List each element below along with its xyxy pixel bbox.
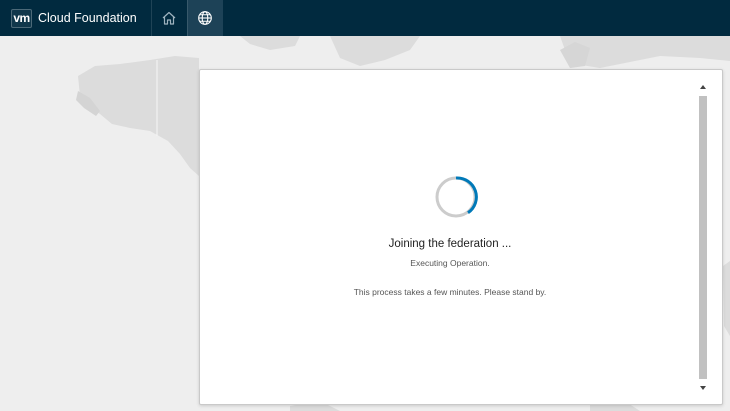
scroll-up-button[interactable] [698, 82, 708, 92]
globe-icon [198, 11, 213, 25]
status-subtitle: Executing Operation. [410, 258, 490, 268]
caret-up-icon [700, 85, 706, 89]
scroll-thumb[interactable] [699, 96, 707, 379]
globe-nav-button[interactable] [186, 0, 223, 36]
home-icon [162, 11, 176, 25]
app-window: vm Cloud Foundation Joining the federati… [0, 0, 730, 411]
map-landmass-east-edge [723, 261, 730, 336]
dialog-content: Joining the federation ... Executing Ope… [200, 70, 700, 404]
federation-dialog: Joining the federation ... Executing Ope… [199, 69, 723, 405]
brand[interactable]: vm Cloud Foundation [0, 0, 151, 36]
status-note: This process takes a few minutes. Please… [353, 287, 547, 297]
dialog-scrollbar[interactable] [698, 82, 708, 393]
header-bar: vm Cloud Foundation [0, 0, 730, 36]
brand-title: Cloud Foundation [38, 11, 137, 25]
home-nav-button[interactable] [150, 0, 187, 36]
loading-spinner-icon [435, 176, 478, 218]
status-title: Joining the federation ... [388, 238, 512, 250]
scroll-down-button[interactable] [698, 383, 708, 393]
caret-down-icon [700, 386, 706, 390]
vm-logo: vm [11, 8, 32, 28]
